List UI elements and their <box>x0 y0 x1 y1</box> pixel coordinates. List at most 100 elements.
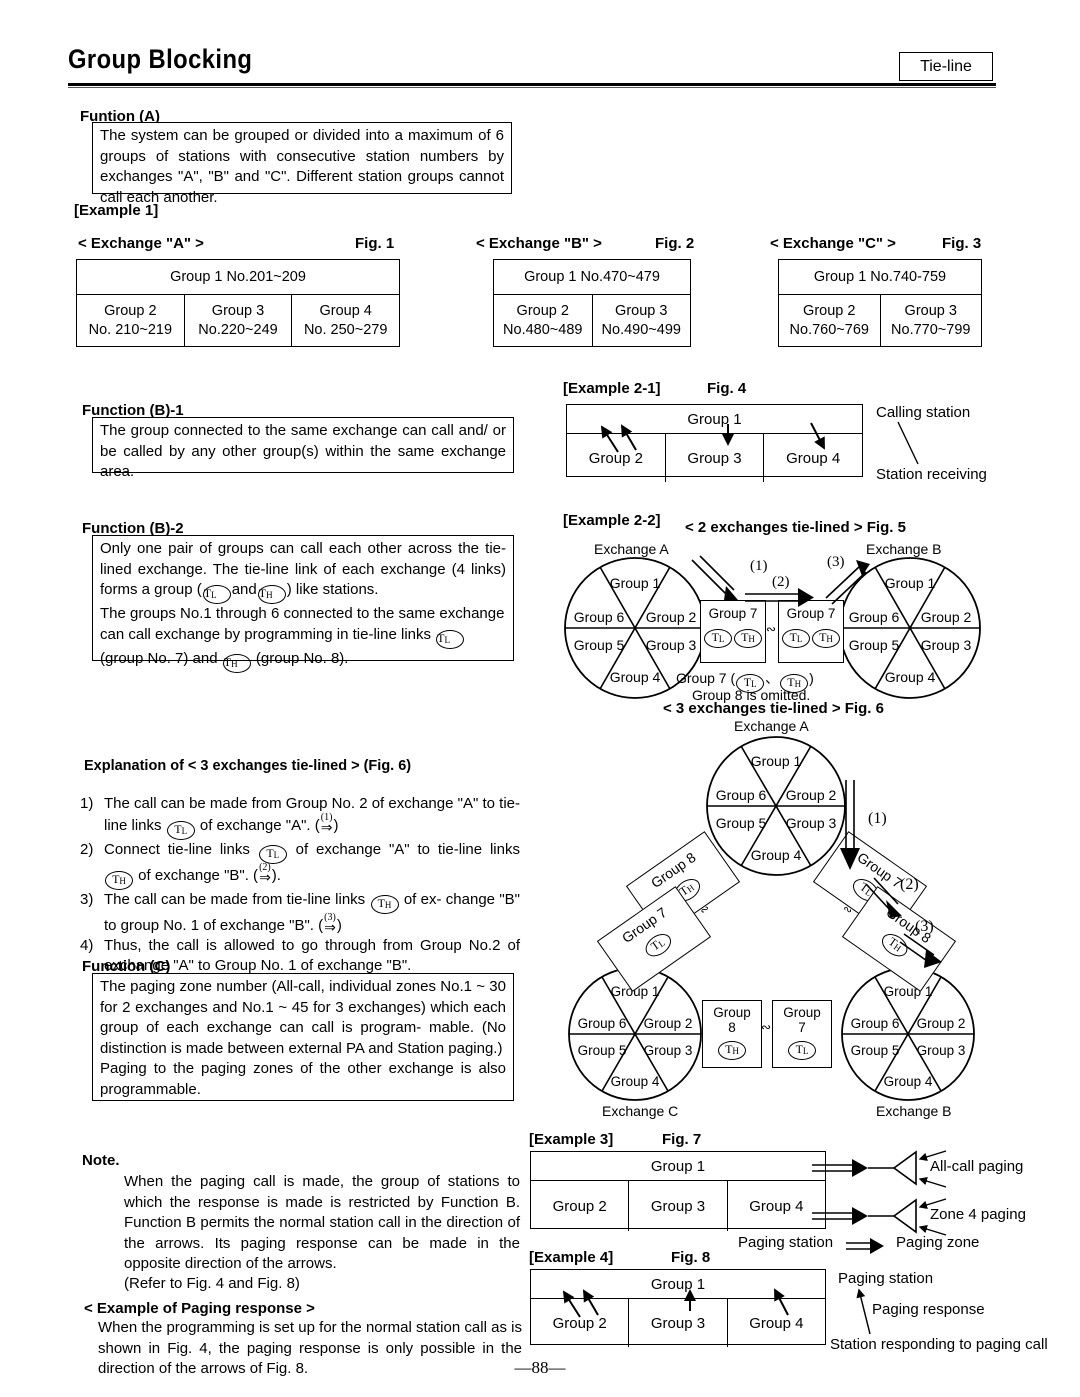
exchange-a-caption: < Exchange "A" > <box>78 235 204 252</box>
cell-range: No. 250~279 <box>303 322 388 338</box>
fig-8-label: Fig. 8 <box>671 1249 711 1266</box>
note-refer: (Refer to Fig. 4 and Fig. 8) <box>124 1275 300 1292</box>
fig6-exchange-b-label: Exchange B <box>876 1103 952 1119</box>
svg-text:Group 2: Group 2 <box>786 787 837 803</box>
table-cell: Group 3 No.770~799 <box>881 295 982 347</box>
svg-text:Group 5: Group 5 <box>851 1043 900 1058</box>
svg-text:Group 1: Group 1 <box>610 575 661 591</box>
item-text-c: ) <box>336 917 342 934</box>
paging-response-annotation: Paging response <box>872 1301 985 1318</box>
svg-text:Group 1: Group 1 <box>751 753 802 769</box>
bottom-box-badge: TH <box>703 1037 761 1060</box>
link-box-badges: TL TH <box>779 625 843 648</box>
station-responding-annotation: Station responding to paging call <box>830 1336 1048 1353</box>
bottom-box-num: 7 <box>798 1020 806 1035</box>
table-cell: Group 3 No.490~499 <box>593 295 691 347</box>
example-3-label: [Example 3] <box>529 1131 614 1148</box>
cell-range: No.480~489 <box>503 322 583 338</box>
svg-text:Group 5: Group 5 <box>574 637 625 653</box>
fig6-wheel-exchange-a: Group 1 Group 2 Group 3 Group 4 Group 5 … <box>706 736 846 876</box>
svg-text:Group 6: Group 6 <box>578 1016 627 1031</box>
item-number: 3) <box>80 891 94 908</box>
tl-icon: TL <box>202 585 231 604</box>
item-number: 1) <box>80 795 94 812</box>
svg-text:Group 4: Group 4 <box>610 669 661 685</box>
item-text-d: ). <box>271 867 281 884</box>
svg-text:Group 2: Group 2 <box>646 609 697 625</box>
fb2-text-c: ) like stations. <box>286 581 379 598</box>
example-2-2-label: [Example 2-2] <box>563 512 661 529</box>
fig-2-label: Fig. 2 <box>655 235 695 252</box>
item-text-a: The call can be made from tie-line links <box>104 891 366 908</box>
svg-text:Group 5: Group 5 <box>849 637 900 653</box>
table-bottom-row: Group 2 Group 3 Group 4 <box>531 1181 825 1231</box>
svg-text:Group 6: Group 6 <box>574 609 625 625</box>
explanation-item: 3) The call can be made from tie-line li… <box>80 890 520 936</box>
fig-8-annotation-arrow <box>856 1288 871 1335</box>
function-c-paragraph-1: The paging zone number (All-call, indivi… <box>100 978 506 1057</box>
svg-text:Group 3: Group 3 <box>786 815 837 831</box>
fn-text-c: ) <box>809 670 814 686</box>
fig-5-title: < 2 exchanges tie-lined > Fig. 5 <box>685 519 906 536</box>
fb2-text-f: (group No. 8). <box>255 649 349 667</box>
fig5-arrow-label-1: (1) <box>750 558 768 574</box>
cell-range: No.770~799 <box>891 322 971 338</box>
fig-3-label: Fig. 3 <box>942 235 982 252</box>
cell-range: No.490~499 <box>601 322 681 338</box>
note-heading: Note. <box>82 1152 120 1169</box>
example-4-label: [Example 4] <box>529 1249 614 1266</box>
fig-1-label: Fig. 1 <box>355 235 395 252</box>
link-box-badges: TL TH <box>701 625 765 648</box>
item-text-b: of exchange "A" to tie-line links <box>295 841 520 858</box>
fig5-arrow-label-2: (2) <box>772 574 790 590</box>
page-root: Group Blocking Tie-line Funtion (A) The … <box>0 0 1080 1397</box>
arrow-2-icon: (2) ⇒ <box>259 862 271 885</box>
fig6-bottom-box-left: Group 8 TH <box>702 1000 762 1068</box>
svg-text:Group 3: Group 3 <box>644 1043 693 1058</box>
fn-text-a: Group 7 ( <box>676 670 736 686</box>
fig-4-annotation-line <box>897 421 919 465</box>
fig6-arrow-label-3: (3) <box>915 918 934 935</box>
cell-range: No. 210~219 <box>88 322 173 338</box>
table-cell: Group 2 No.760~769 <box>779 295 881 347</box>
fig6-arrow-label-2: (2) <box>900 876 919 893</box>
svg-text:Group 2: Group 2 <box>917 1016 966 1031</box>
fig6-tie-link-symbol-bottom-icon: ∾ <box>761 1020 772 1034</box>
table-body-row: Group 2 No.760~769 Group 3 No.770~799 <box>779 295 981 347</box>
fig6-exchange-c-label: Exchange C <box>602 1103 679 1119</box>
table-body-row: Group 2 No. 210~219 Group 3 No.220~249 G… <box>77 295 399 347</box>
function-b2-paragraph-2: The groups No.1 through 6 connected to t… <box>100 604 506 673</box>
svg-text:Group 6: Group 6 <box>851 1016 900 1031</box>
tl-icon: TL <box>788 1041 816 1060</box>
svg-text:Group 6: Group 6 <box>716 787 767 803</box>
svg-text:Group 2: Group 2 <box>644 1016 693 1031</box>
fig-8-arrows <box>562 1288 789 1318</box>
paging-legend-arrow-icon <box>846 1238 884 1254</box>
tl-icon: TL <box>166 821 195 840</box>
tl-icon: TL <box>782 629 810 648</box>
th-icon: TH <box>105 871 133 890</box>
bottom-box-badge: TL <box>773 1037 831 1060</box>
function-c-paragraph-2: Paging to the paging zones of the other … <box>100 1060 506 1098</box>
arrow-1-icon: (1) ⇒ <box>320 812 333 835</box>
th-icon: TH <box>222 653 251 673</box>
fb2-text-b: and <box>231 581 257 598</box>
cell-group: Group 2 <box>104 303 157 319</box>
tie-line-badge: Tie-line <box>899 52 993 81</box>
svg-text:Group 5: Group 5 <box>716 815 767 831</box>
paging-station-annotation: Paging station <box>838 1270 934 1287</box>
fig5-tie-link-symbol-icon: ∾ <box>766 622 777 636</box>
svg-text:Group 5: Group 5 <box>578 1043 627 1058</box>
fig6-exchange-a-label: Exchange A <box>734 718 809 734</box>
th-icon: TH <box>812 629 840 648</box>
cell-group: Group 3 <box>904 303 957 319</box>
th-icon: TH <box>718 1041 746 1060</box>
example-1-label: [Example 1] <box>74 202 159 219</box>
fig5-exchange-b-label: Exchange B <box>866 541 942 557</box>
explanation-item: 1) The call can be made from Group No. 2… <box>80 794 520 840</box>
table-cell: Group 4 No. 250~279 <box>292 295 399 347</box>
fig-6-title: < 3 exchanges tie-lined > Fig. 6 <box>663 700 884 717</box>
bottom-box-title: Group <box>713 1005 751 1020</box>
svg-text:Group 3: Group 3 <box>646 637 697 653</box>
cell-range: No.220~249 <box>198 322 278 338</box>
